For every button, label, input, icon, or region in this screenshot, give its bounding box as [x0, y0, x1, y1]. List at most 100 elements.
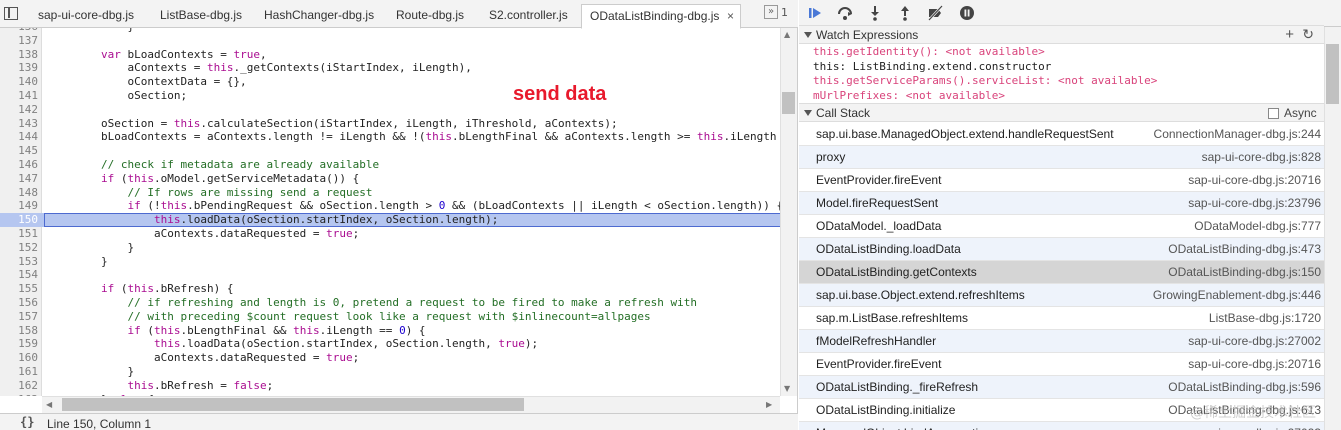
add-expression-icon[interactable]: + [1285, 26, 1294, 43]
scroll-up-arrow-icon[interactable]: ▲ [784, 30, 790, 39]
code-line[interactable]: 142 [0, 103, 780, 117]
line-number[interactable]: 151 [0, 227, 38, 241]
frame-location-link[interactable]: GrowingEnablement-dbg.js:446 [1153, 284, 1321, 306]
code-line[interactable]: 151 aContexts.dataRequested = true; [0, 227, 780, 241]
tab-route-dbg-js[interactable]: Route-dbg.js [388, 4, 478, 28]
step-out-icon[interactable] [897, 5, 913, 21]
frame-location-link[interactable]: ConnectionManager-dbg.js:244 [1154, 123, 1321, 145]
call-stack-frame[interactable]: proxy sap-ui-core-dbg.js:828 [799, 146, 1324, 169]
frame-location-link[interactable]: sap-ui-core-dbg.js:27023 [1188, 422, 1321, 430]
line-number[interactable]: 149 [0, 199, 38, 213]
tab-sap-ui-core-dbg-js[interactable]: sap-ui-core-dbg.js [30, 4, 150, 28]
deactivate-breakpoints-icon[interactable] [927, 5, 943, 21]
line-number[interactable]: 148 [0, 186, 38, 200]
tab-s2-controller-js[interactable]: S2.controller.js [481, 4, 577, 28]
code-line[interactable]: 150 this.loadData(oSection.startIndex, o… [0, 213, 782, 227]
line-number[interactable]: 153 [0, 255, 38, 269]
line-number[interactable]: 137 [0, 34, 38, 48]
watch-expression-item[interactable]: ▶this: ListBinding.extend.constructor [813, 60, 1323, 74]
line-number[interactable]: 162 [0, 379, 38, 393]
call-stack-frame[interactable]: ODataListBinding._fireRefresh ODataListBi… [799, 376, 1324, 399]
line-number[interactable]: 160 [0, 351, 38, 365]
step-over-icon[interactable] [837, 5, 853, 21]
call-stack-frame[interactable]: ODataListBinding.getContexts ODataListBin… [799, 261, 1324, 284]
code-line[interactable]: 158 if (this.bLengthFinal && this.iLengt… [0, 324, 780, 338]
tab-hashchanger-dbg-js[interactable]: HashChanger-dbg.js [256, 4, 384, 28]
tab-overflow-icon[interactable]: » [764, 5, 778, 19]
scroll-left-arrow-icon[interactable]: ◀ [46, 400, 52, 409]
watch-expression-item[interactable]: this.getIdentity(): <not available> [813, 45, 1323, 59]
line-number[interactable]: 155 [0, 282, 38, 296]
frame-location-link[interactable]: sap-ui-core-dbg.js:27002 [1188, 330, 1321, 352]
frame-location-link[interactable]: ODataModel-dbg.js:777 [1194, 215, 1321, 237]
line-number[interactable]: 154 [0, 268, 38, 282]
call-stack-header[interactable]: Call Stack Async [799, 103, 1324, 122]
line-number[interactable]: 150 [0, 213, 38, 227]
watch-expressions-header[interactable]: Watch Expressions + ↻ [799, 25, 1324, 44]
call-stack-frame[interactable]: fModelRefreshHandler sap-ui-core-dbg.js:2… [799, 330, 1324, 353]
code-line[interactable]: 153 } [0, 255, 780, 269]
code-line[interactable]: 162 this.bRefresh = false; [0, 379, 780, 393]
call-stack-frame[interactable]: ODataModel._loadData ODataModel-dbg.js:77… [799, 215, 1324, 238]
line-number[interactable]: 161 [0, 365, 38, 379]
refresh-icon[interactable]: ↻ [1302, 26, 1314, 43]
tab-close-icon[interactable]: × [727, 5, 734, 27]
line-number[interactable]: 152 [0, 241, 38, 255]
code-line[interactable]: 154 [0, 268, 780, 282]
line-number[interactable]: 141 [0, 89, 38, 103]
pretty-print-button[interactable]: {} [20, 415, 34, 429]
code-line[interactable]: 139 aContexts = this._getContexts(iStart… [0, 61, 780, 75]
call-stack-frame[interactable]: sap.ui.base.Object.extend.refreshItems Gr… [799, 284, 1324, 307]
call-stack-frame[interactable]: Model.fireRequestSent sap-ui-core-dbg.js:… [799, 192, 1324, 215]
code-line[interactable]: 148 // If rows are missing send a reques… [0, 186, 780, 200]
tab-listbase-dbg-js[interactable]: ListBase-dbg.js [152, 4, 252, 28]
watch-expression-item[interactable]: mUrlPrefixes: <not available> [813, 89, 1323, 103]
call-stack-frame[interactable]: ODataListBinding.loadData ODataListBindin… [799, 238, 1324, 261]
line-number[interactable]: 158 [0, 324, 38, 338]
tab-odatalistbinding-dbg-js[interactable]: ODataListBinding-dbg.js × [581, 4, 741, 29]
sidebar-vertical-scroll-thumb[interactable] [1326, 44, 1339, 104]
line-number[interactable]: 156 [0, 296, 38, 310]
editor-vertical-scroll-thumb[interactable] [782, 92, 795, 114]
pause-on-exceptions-icon[interactable] [959, 5, 975, 21]
code-line[interactable]: 145 [0, 144, 780, 158]
line-number[interactable]: 146 [0, 158, 38, 172]
navigator-toggle-icon[interactable] [4, 7, 18, 20]
code-line[interactable]: 143 oSection = this.calculateSection(iSt… [0, 117, 780, 131]
code-line[interactable]: 144 bLoadContexts = aContexts.length != … [0, 130, 780, 144]
call-stack-frame[interactable]: sap.ui.base.ManagedObject.extend.handleR… [799, 123, 1324, 146]
async-checkbox[interactable] [1268, 108, 1279, 119]
code-line[interactable]: 152 } [0, 241, 780, 255]
code-editor[interactable]: 136 }137138 var bLoadContexts = true,139… [0, 28, 798, 396]
frame-location-link[interactable]: sap-ui-core-dbg.js:23796 [1188, 192, 1321, 214]
watch-expression-item[interactable]: this.getServiceParams().serviceList: <no… [813, 74, 1323, 88]
frame-location-link[interactable]: ODataListBinding-dbg.js:596 [1168, 376, 1321, 398]
line-number[interactable]: 140 [0, 75, 38, 89]
line-number[interactable]: 144 [0, 130, 38, 144]
code-line[interactable]: 161 } [0, 365, 780, 379]
code-line[interactable]: 157 // with preceding $count request loo… [0, 310, 780, 324]
resume-icon[interactable] [807, 5, 823, 21]
line-number[interactable]: 163 [0, 393, 38, 396]
call-stack-frame[interactable]: EventProvider.fireEvent sap-ui-core-dbg.j… [799, 353, 1324, 376]
call-stack-frame[interactable]: EventProvider.fireEvent sap-ui-core-dbg.j… [799, 169, 1324, 192]
step-into-icon[interactable] [867, 5, 883, 21]
editor-horizontal-scroll-thumb[interactable] [62, 398, 524, 411]
line-number[interactable]: 159 [0, 337, 38, 351]
code-line[interactable]: 155 if (this.bRefresh) { [0, 282, 780, 296]
code-line[interactable]: 138 var bLoadContexts = true, [0, 48, 780, 62]
code-line[interactable]: 140 oContextData = {}, [0, 75, 780, 89]
frame-location-link[interactable]: sap-ui-core-dbg.js:20716 [1188, 353, 1321, 375]
code-line[interactable]: 137 [0, 34, 780, 48]
line-number[interactable]: 147 [0, 172, 38, 186]
code-line[interactable]: 147 if (this.oModel.getServiceMetadata()… [0, 172, 780, 186]
line-number[interactable]: 139 [0, 61, 38, 75]
code-line[interactable]: 159 this.loadData(oSection.startIndex, o… [0, 337, 780, 351]
frame-location-link[interactable]: sap-ui-core-dbg.js:828 [1202, 146, 1321, 168]
line-number[interactable]: 157 [0, 310, 38, 324]
frame-location-link[interactable]: ODataListBinding-dbg.js:150 [1168, 261, 1321, 283]
line-number[interactable]: 143 [0, 117, 38, 131]
call-stack-frame[interactable]: ManagedObject.bindAggregation sap-ui-core… [799, 422, 1324, 430]
code-line[interactable]: 160 aContexts.dataRequested = true; [0, 351, 780, 365]
code-line[interactable]: 141 oSection; [0, 89, 780, 103]
